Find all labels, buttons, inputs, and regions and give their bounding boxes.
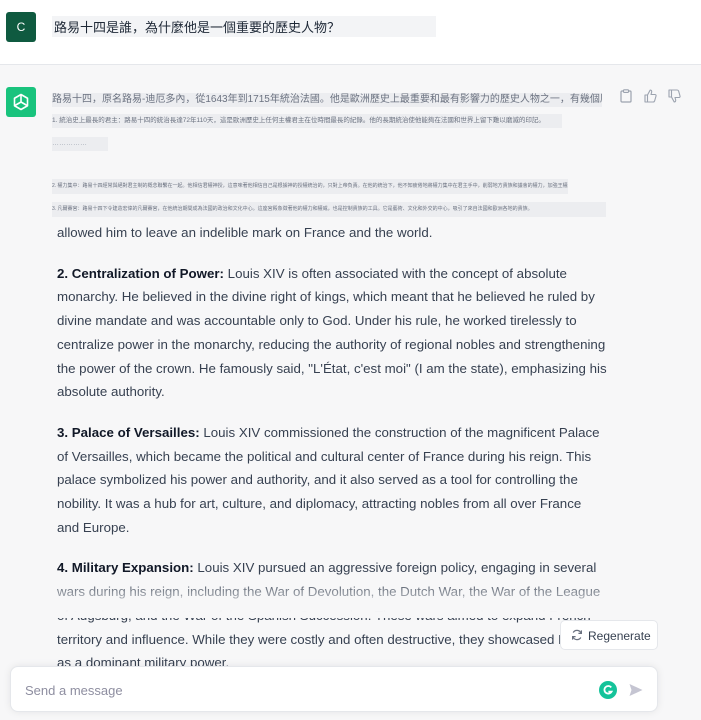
clipboard-icon[interactable] (620, 89, 632, 103)
grammarly-icon[interactable] (599, 681, 617, 699)
point-heading: 2. Centralization of Power: (57, 265, 224, 281)
send-icon[interactable] (628, 682, 644, 703)
bottom-fade (0, 578, 701, 618)
user-avatar: C (6, 12, 36, 42)
answer-continuation: allowed him to leave an indelible mark o… (57, 225, 433, 240)
regenerate-button[interactable]: Regenerate (560, 620, 658, 650)
translated-intro-line: 路易十四，原名路易-迪厄多內，從1643年到1715年統治法國。他是歐洲歷史上最… (52, 93, 602, 107)
refresh-icon (571, 629, 583, 644)
answer-point: 2. Centralization of Power: Louis XIV is… (57, 262, 607, 404)
answer-point: 3. Palace of Versailles: Louis XIV commi… (57, 421, 607, 540)
thumbs-down-icon[interactable] (668, 89, 681, 103)
message-composer (10, 666, 658, 712)
assistant-answer: allowed him to leave an indelible mark o… (57, 221, 607, 692)
thumbs-up-icon[interactable] (644, 89, 657, 103)
translated-point-1-line: 1. 統治史上最長的君主：路易十四的統治長達72年110天，這是歐洲歷史上任何主… (52, 114, 562, 128)
regenerate-label: Regenerate (588, 629, 651, 643)
point-heading: 3. Palace of Versailles: (57, 424, 200, 440)
user-message-row: C 路易十四是誰，為什麼他是一個重要的歷史人物？ (0, 0, 701, 64)
message-input[interactable] (23, 679, 587, 701)
translated-point-3-line: 3. 凡爾賽宮：路易十四下令建造宏偉的凡爾賽宮，在他統治期間成為法國的政治和文化… (52, 202, 606, 217)
user-question: 路易十四是誰，為什麼他是一個重要的歷史人物？ (52, 16, 437, 37)
openai-logo-icon (13, 93, 29, 111)
point-heading: 4. Military Expansion: (57, 560, 194, 576)
point-text: Louis XIV is often associated with the c… (57, 265, 607, 400)
point-text: Louis XIV commissioned the construction … (57, 424, 600, 535)
assistant-avatar (6, 87, 36, 117)
translated-point-2-line: 2. 權力集中：路易十四經常與絕對君主制的概念聯繫在一起。他相信君權神授，這意味… (52, 179, 568, 194)
translated-ellipsis-line: …………… (52, 137, 108, 151)
